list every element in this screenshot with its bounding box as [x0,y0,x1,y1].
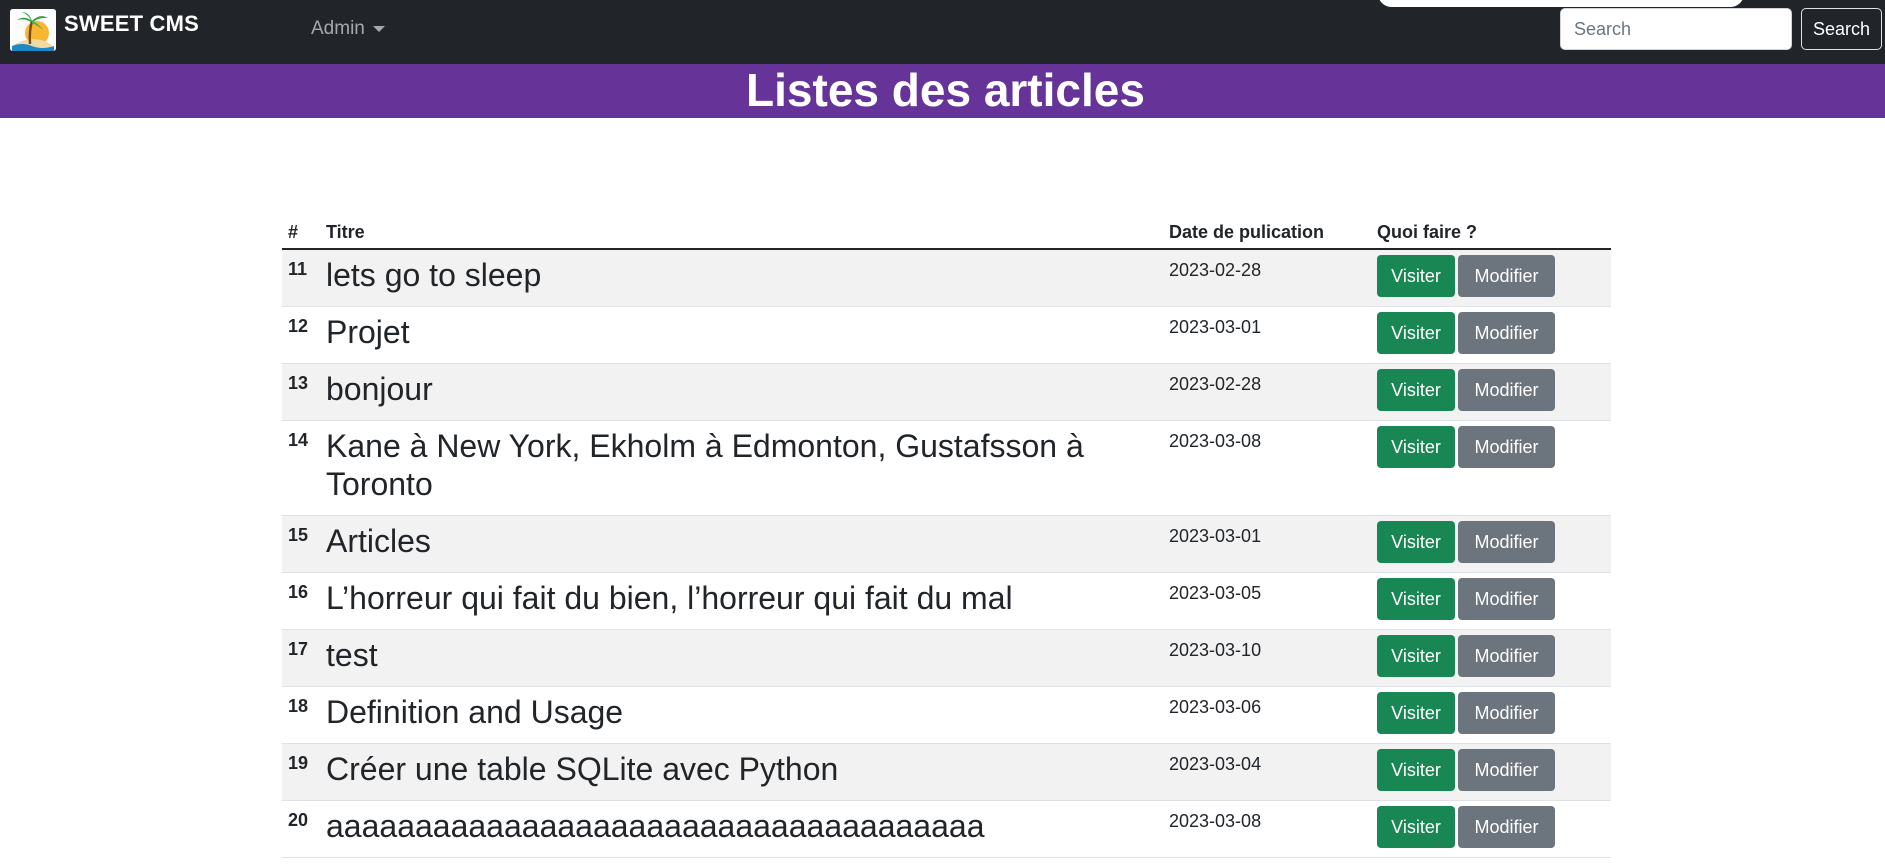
article-date: 2023-03-10 [1163,629,1371,687]
article-id: 16 [282,572,320,630]
articles-table: # Titre Date de pulication Quoi faire ? … [282,212,1611,858]
top-navbar: SWEET CMS Admin Search [0,0,1885,64]
table-header-row: # Titre Date de pulication Quoi faire ? [282,212,1611,250]
visit-button[interactable]: Visiter [1377,425,1455,468]
visit-button[interactable]: Visiter [1377,520,1455,563]
edit-button[interactable]: Modifier [1458,748,1555,791]
article-date: 2023-03-05 [1163,572,1371,630]
edit-button[interactable]: Modifier [1458,368,1555,411]
search-button[interactable]: Search [1801,8,1882,50]
table-row: 11 lets go to sleep 2023-02-28 Visiter Mo… [282,249,1611,307]
visit-button[interactable]: Visiter [1377,311,1455,354]
visit-button[interactable]: Visiter [1377,255,1455,297]
table-row: 20 aaaaaaaaaaaaaaaaaaaaaaaaaaaaaaaaaaaaa… [282,800,1611,858]
edit-button[interactable]: Modifier [1458,805,1555,848]
overlay-pill [1378,0,1744,7]
article-date: 2023-03-06 [1163,686,1371,744]
edit-button[interactable]: Modifier [1458,691,1555,734]
visit-button[interactable]: Visiter [1377,805,1455,848]
search-input[interactable] [1560,8,1792,50]
article-title: lets go to sleep [320,249,1163,307]
palm-island-logo-icon [10,9,56,51]
article-actions: Visiter Modifier [1371,686,1611,744]
visit-button[interactable]: Visiter [1377,577,1455,620]
edit-button[interactable]: Modifier [1458,577,1555,620]
article-title: Projet [320,306,1163,364]
article-title: L’horreur qui fait du bien, l’horreur qu… [320,572,1163,630]
brand-name: SWEET CMS [64,11,200,36]
article-date: 2023-03-04 [1163,743,1371,801]
page-header-band: Listes des articles [0,64,1885,118]
table-row: 18 Definition and Usage 2023-03-06 Visit… [282,686,1611,744]
edit-button[interactable]: Modifier [1458,311,1555,354]
article-id: 18 [282,686,320,744]
article-actions: Visiter Modifier [1371,249,1611,307]
caret-down-icon [372,26,385,32]
article-title: Articles [320,515,1163,573]
visit-button[interactable]: Visiter [1377,634,1455,677]
table-row: 15 Articles 2023-03-01 Visiter Modifier [282,515,1611,573]
admin-dropdown[interactable]: Admin [311,18,385,40]
column-header-title: Titre [320,212,1163,250]
edit-button[interactable]: Modifier [1458,255,1555,297]
article-date: 2023-02-28 [1163,363,1371,421]
article-id: 15 [282,515,320,573]
edit-button[interactable]: Modifier [1458,520,1555,563]
table-row: 17 test 2023-03-10 Visiter Modifier [282,629,1611,687]
article-actions: Visiter Modifier [1371,629,1611,687]
visit-button[interactable]: Visiter [1377,691,1455,734]
article-id: 19 [282,743,320,801]
article-actions: Visiter Modifier [1371,572,1611,630]
table-row: 14 Kane à New York, Ekholm à Edmonton, G… [282,420,1611,516]
article-title: aaaaaaaaaaaaaaaaaaaaaaaaaaaaaaaaaaaaa [320,800,1163,858]
column-header-id: # [282,212,320,250]
article-actions: Visiter Modifier [1371,363,1611,421]
article-title: bonjour [320,363,1163,421]
article-date: 2023-03-01 [1163,306,1371,364]
article-id: 17 [282,629,320,687]
table-row: 16 L’horreur qui fait du bien, l’horreur… [282,572,1611,630]
article-date: 2023-03-08 [1163,800,1371,858]
article-title: test [320,629,1163,687]
column-header-actions: Quoi faire ? [1371,212,1611,250]
article-actions: Visiter Modifier [1371,800,1611,858]
article-id: 20 [282,800,320,858]
article-id: 11 [282,249,320,307]
article-id: 13 [282,363,320,421]
table-row: 12 Projet 2023-03-01 Visiter Modifier [282,306,1611,364]
article-date: 2023-03-08 [1163,420,1371,516]
edit-button[interactable]: Modifier [1458,634,1555,677]
page-title: Listes des articles [746,64,1145,116]
admin-dropdown-label: Admin [311,18,365,39]
brand-link[interactable]: SWEET CMS [10,9,199,51]
article-actions: Visiter Modifier [1371,306,1611,364]
article-actions: Visiter Modifier [1371,515,1611,573]
visit-button[interactable]: Visiter [1377,368,1455,411]
article-id: 12 [282,306,320,364]
article-id: 14 [282,420,320,516]
article-title: Definition and Usage [320,686,1163,744]
edit-button[interactable]: Modifier [1458,425,1555,468]
column-header-date: Date de pulication [1163,212,1371,250]
article-title: Créer une table SQLite avec Python [320,743,1163,801]
article-actions: Visiter Modifier [1371,743,1611,801]
table-row: 13 bonjour 2023-02-28 Visiter Modifier [282,363,1611,421]
article-title: Kane à New York, Ekholm à Edmonton, Gust… [320,420,1163,516]
table-row: 19 Créer une table SQLite avec Python 20… [282,743,1611,801]
article-date: 2023-02-28 [1163,249,1371,307]
visit-button[interactable]: Visiter [1377,748,1455,791]
article-date: 2023-03-01 [1163,515,1371,573]
article-actions: Visiter Modifier [1371,420,1611,516]
